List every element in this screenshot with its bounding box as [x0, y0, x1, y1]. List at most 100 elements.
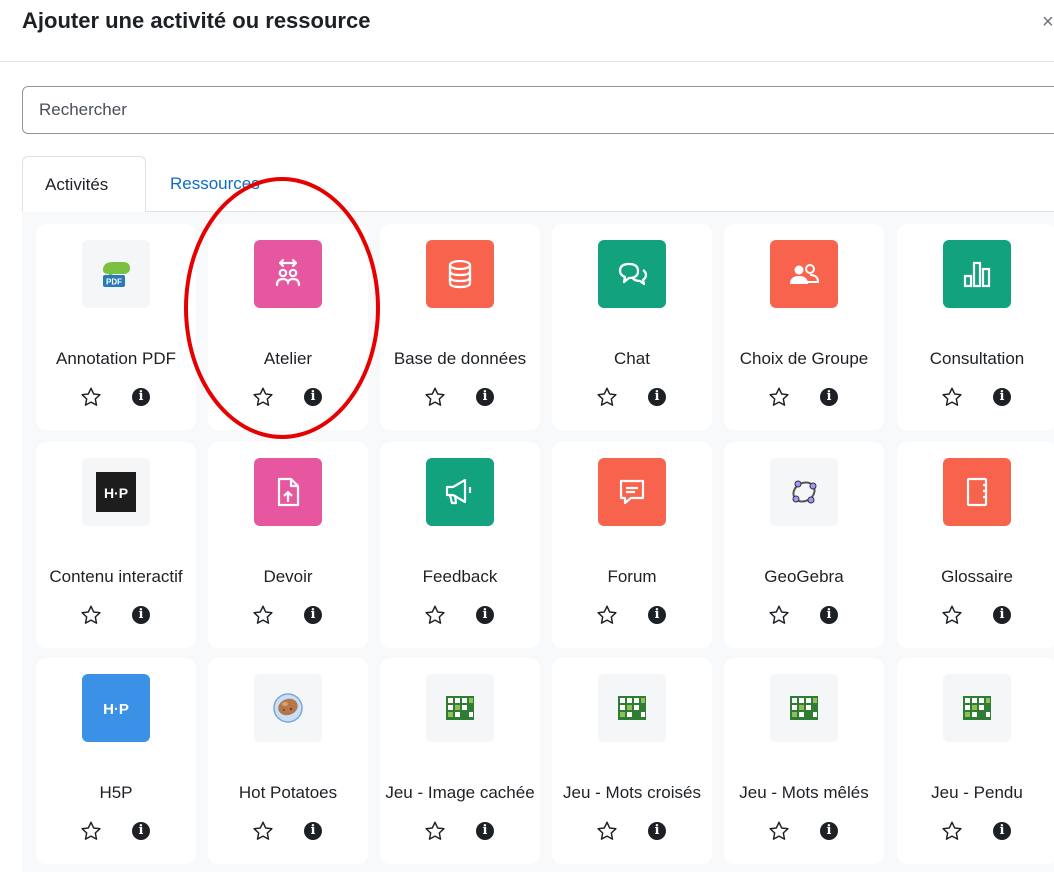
activity-label: Atelier: [212, 314, 364, 374]
pdf-annotation-icon: PDF: [82, 240, 150, 308]
activity-label: Forum: [556, 532, 708, 592]
info-icon[interactable]: i: [820, 388, 838, 406]
activity-card[interactable]: GeoGebra i: [724, 442, 884, 648]
activity-label-text: Jeu - Mots mêlés: [739, 783, 869, 802]
activity-label-text: Base de données: [393, 349, 527, 368]
activity-card[interactable]: Forum i: [552, 442, 712, 648]
star-icon[interactable]: [252, 386, 274, 408]
activity-card[interactable]: Hot Potatoes i: [208, 658, 368, 864]
info-icon[interactable]: i: [648, 388, 666, 406]
activity-card[interactable]: Consultation i: [897, 224, 1054, 430]
star-icon[interactable]: [424, 604, 446, 626]
activity-label: Jeu - Mots mêlés: [728, 748, 880, 808]
h5p-black-icon: H·P: [82, 458, 150, 526]
activity-label-text: Chat: [614, 349, 650, 368]
database-icon: [426, 240, 494, 308]
hot-potatoes-icon: [254, 674, 322, 742]
activity-label: Consultation: [901, 314, 1053, 374]
activity-label-text: Feedback: [422, 567, 498, 586]
info-icon[interactable]: i: [993, 606, 1011, 624]
star-icon[interactable]: [252, 820, 274, 842]
activity-label: H5P: [40, 748, 192, 808]
activity-label: Chat: [556, 314, 708, 374]
tab-bar: Activités Ressources: [22, 156, 1054, 212]
tab-activites[interactable]: Activités: [22, 156, 146, 212]
info-icon[interactable]: i: [648, 822, 666, 840]
close-icon[interactable]: ×: [1042, 10, 1054, 34]
info-icon[interactable]: i: [132, 822, 150, 840]
activity-label-text: Jeu - Pendu: [931, 783, 1023, 802]
info-icon[interactable]: i: [476, 388, 494, 406]
info-icon[interactable]: i: [993, 822, 1011, 840]
star-icon[interactable]: [941, 820, 963, 842]
star-icon[interactable]: [80, 820, 102, 842]
activity-label: Contenu interactif: [40, 532, 192, 592]
feedback-icon: [426, 458, 494, 526]
group-choice-icon: [770, 240, 838, 308]
svg-text:PDF: PDF: [106, 278, 122, 287]
activity-card[interactable]: Devoir i: [208, 442, 368, 648]
activity-label-text: Devoir: [263, 567, 313, 586]
star-icon[interactable]: [424, 386, 446, 408]
star-icon[interactable]: [941, 386, 963, 408]
activity-card[interactable]: Jeu - Image cachée i: [380, 658, 540, 864]
activity-label: Glossaire: [901, 532, 1053, 592]
workshop-icon: [254, 240, 322, 308]
star-icon[interactable]: [768, 386, 790, 408]
info-icon[interactable]: i: [132, 606, 150, 624]
game-grid-icon: [426, 674, 494, 742]
info-icon[interactable]: i: [476, 606, 494, 624]
activity-card[interactable]: Jeu - Mots croisés i: [552, 658, 712, 864]
star-icon[interactable]: [596, 386, 618, 408]
info-icon[interactable]: i: [648, 606, 666, 624]
star-icon[interactable]: [80, 604, 102, 626]
info-icon[interactable]: i: [132, 388, 150, 406]
activity-label-text: Hot Potatoes: [238, 783, 338, 802]
star-icon[interactable]: [424, 820, 446, 842]
activity-card[interactable]: Feedback i: [380, 442, 540, 648]
info-icon[interactable]: i: [304, 822, 322, 840]
activity-label: Hot Potatoes: [212, 748, 364, 808]
info-icon[interactable]: i: [304, 606, 322, 624]
activity-label-text: Annotation PDF: [55, 349, 176, 368]
tab-ressources[interactable]: Ressources: [148, 156, 282, 212]
star-icon[interactable]: [596, 820, 618, 842]
activity-label: Annotation PDF: [40, 314, 192, 374]
activity-label: GeoGebra: [728, 532, 880, 592]
activity-card[interactable]: Jeu - Pendu i: [897, 658, 1054, 864]
star-icon[interactable]: [80, 386, 102, 408]
activity-label-text: H5P: [99, 783, 133, 802]
search-input[interactable]: [22, 86, 1054, 134]
activity-label: Jeu - Image cachée: [384, 748, 536, 808]
svg-text:H·P: H·P: [103, 701, 129, 718]
activity-card[interactable]: Chat i: [552, 224, 712, 430]
activity-card[interactable]: Jeu - Mots mêlés i: [724, 658, 884, 864]
activity-label-text: Forum: [607, 567, 657, 586]
activity-card[interactable]: Atelier i: [208, 224, 368, 430]
activity-label-text: Glossaire: [941, 567, 1013, 586]
info-icon[interactable]: i: [820, 606, 838, 624]
activity-card[interactable]: H·P Contenu interactif i: [36, 442, 196, 648]
assignment-icon: [254, 458, 322, 526]
activity-card[interactable]: Glossaire i: [897, 442, 1054, 648]
star-icon[interactable]: [596, 604, 618, 626]
info-icon[interactable]: i: [476, 822, 494, 840]
star-icon[interactable]: [768, 604, 790, 626]
activity-label-text: Jeu - Image cachée: [385, 783, 535, 802]
activity-label-text: Choix de Groupe: [739, 349, 869, 368]
activity-card[interactable]: PDF Annotation PDF i: [36, 224, 196, 430]
activity-label: Base de données: [384, 314, 536, 374]
activity-label: Jeu - Pendu: [901, 748, 1053, 808]
star-icon[interactable]: [941, 604, 963, 626]
star-icon[interactable]: [252, 604, 274, 626]
activity-card[interactable]: Base de données i: [380, 224, 540, 430]
star-icon[interactable]: [768, 820, 790, 842]
activity-card[interactable]: H·P H5P i: [36, 658, 196, 864]
info-icon[interactable]: i: [820, 822, 838, 840]
game-grid-icon: [598, 674, 666, 742]
game-grid-icon: [770, 674, 838, 742]
activity-label-text: Atelier: [263, 349, 313, 368]
info-icon[interactable]: i: [993, 388, 1011, 406]
activity-card[interactable]: Choix de Groupe i: [724, 224, 884, 430]
info-icon[interactable]: i: [304, 388, 322, 406]
